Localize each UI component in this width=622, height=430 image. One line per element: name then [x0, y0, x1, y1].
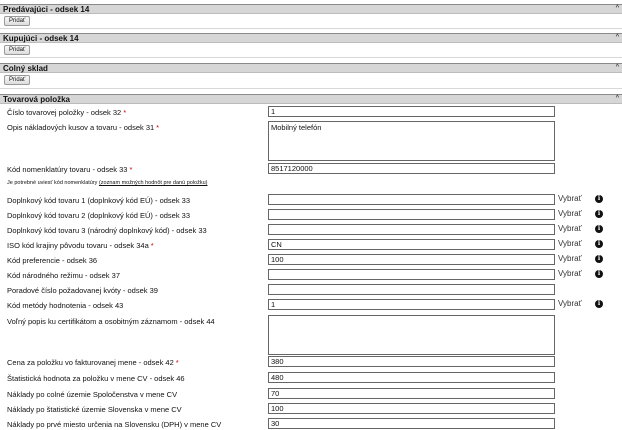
- required-mark: *: [175, 358, 179, 367]
- valuation-method-pick-button[interactable]: Vybrať: [558, 299, 582, 309]
- section-title-warehouse: Colný sklad: [3, 64, 48, 73]
- section-title-seller: Predávajúci - odsek 14: [3, 5, 90, 14]
- collapse-icon[interactable]: ^: [616, 5, 619, 13]
- required-mark: *: [156, 123, 160, 132]
- section-title-item: Tovarová položka: [3, 95, 70, 104]
- collapse-icon[interactable]: ^: [616, 64, 619, 72]
- national-procedure-input[interactable]: [268, 269, 555, 280]
- additional-code-3-label: Doplnkový kód tovaru 3 (národný doplnkov…: [7, 226, 207, 235]
- additional-code-1-label: Doplnkový kód tovaru 1 (doplnkový kód EÚ…: [7, 196, 191, 205]
- quota-number-label: Poradové číslo požadovanej kvóty - odsek…: [7, 286, 158, 295]
- possible-values-link[interactable]: (zoznam možných hodnôt pre danú položku): [99, 180, 208, 186]
- item-price-label: Cena za položku vo fakturovanej mene - o…: [7, 358, 179, 367]
- preference-code-input[interactable]: 100: [268, 254, 555, 265]
- costs-customs-territory-label: Náklady po colné územie Spoločenstva v m…: [7, 390, 178, 399]
- additional-code-1-pick-button[interactable]: Vybrať: [558, 194, 582, 204]
- valuation-method-label: Kód metódy hodnotenia - odsek 43: [7, 301, 124, 310]
- statistical-value-label: Štatistická hodnota za položku v mene CV…: [7, 374, 185, 383]
- section-title-buyer: Kupujúci - odsek 14: [3, 34, 79, 43]
- additional-code-3-pick-button[interactable]: Vybrať: [558, 224, 582, 234]
- info-icon[interactable]: i: [595, 240, 603, 248]
- costs-statistical-territory-label: Náklady po štatistické územie Slovenska …: [7, 405, 182, 414]
- item-price-input[interactable]: 380: [268, 356, 555, 367]
- section-header-seller[interactable]: Predávajúci - odsek 14 ^: [0, 4, 622, 14]
- country-origin-label: ISO kód krajiny pôvodu tovaru - odsek 34…: [7, 241, 154, 250]
- collapse-icon[interactable]: ^: [616, 95, 619, 103]
- commodity-code-label: Kód nomenklatúry tovaru - odsek 33 *: [7, 165, 133, 174]
- add-buyer-button[interactable]: Pridať: [4, 45, 31, 55]
- costs-first-destination-label: Náklady po prvé miesto určenia na Sloven…: [7, 420, 222, 429]
- add-seller-button[interactable]: Pridať: [4, 16, 31, 26]
- preference-code-label: Kód preferencie - odsek 36: [7, 256, 98, 265]
- section-body-seller: Pridať: [0, 14, 622, 29]
- description-label: Opis nákladových kusov a tovaru - odsek …: [7, 123, 160, 132]
- required-mark: *: [129, 165, 133, 174]
- section-header-warehouse[interactable]: Colný sklad ^: [0, 63, 622, 73]
- section-body-warehouse: Pridať: [0, 73, 622, 89]
- additional-code-1-input[interactable]: [268, 194, 555, 205]
- free-text-textarea[interactable]: [268, 315, 555, 355]
- required-mark: *: [123, 108, 127, 117]
- info-icon[interactable]: i: [595, 225, 603, 233]
- commodity-code-input[interactable]: 8517120000: [268, 163, 555, 174]
- info-icon[interactable]: i: [595, 255, 603, 263]
- free-text-label: Voľný popis ku certifikátom a osobitným …: [7, 317, 215, 326]
- item-number-input[interactable]: 1: [268, 106, 555, 117]
- info-icon[interactable]: i: [595, 210, 603, 218]
- costs-statistical-territory-input[interactable]: 100: [268, 403, 555, 414]
- national-procedure-label: Kód národného režimu - odsek 37: [7, 271, 120, 280]
- item-number-label: Číslo tovarovej položky - odsek 32 *: [7, 108, 127, 117]
- commodity-code-note: Je potrebné uviesť kód nomenklatúry (zoz…: [7, 180, 208, 186]
- country-origin-pick-button[interactable]: Vybrať: [558, 239, 582, 249]
- required-mark: *: [150, 241, 154, 250]
- info-icon[interactable]: i: [595, 195, 603, 203]
- description-textarea[interactable]: Mobilný telefón: [268, 121, 555, 161]
- quota-number-input[interactable]: [268, 284, 555, 295]
- costs-customs-territory-input[interactable]: 70: [268, 388, 555, 399]
- collapse-icon[interactable]: ^: [616, 34, 619, 42]
- national-procedure-pick-button[interactable]: Vybrať: [558, 269, 582, 279]
- section-body-buyer: Pridať: [0, 43, 622, 58]
- section-header-item[interactable]: Tovarová položka ^: [0, 94, 622, 104]
- info-icon[interactable]: i: [595, 270, 603, 278]
- additional-code-2-label: Doplnkový kód tovaru 2 (doplnkový kód EÚ…: [7, 211, 191, 220]
- statistical-value-input[interactable]: 480: [268, 372, 555, 383]
- country-origin-input[interactable]: CN: [268, 239, 555, 250]
- section-header-buyer[interactable]: Kupujúci - odsek 14 ^: [0, 33, 622, 43]
- add-warehouse-button[interactable]: Pridať: [4, 75, 31, 85]
- info-icon[interactable]: i: [595, 300, 603, 308]
- valuation-method-input[interactable]: 1: [268, 299, 555, 310]
- additional-code-2-input[interactable]: [268, 209, 555, 220]
- additional-code-3-input[interactable]: [268, 224, 555, 235]
- costs-first-destination-input[interactable]: 30: [268, 418, 555, 429]
- additional-code-2-pick-button[interactable]: Vybrať: [558, 209, 582, 219]
- preference-code-pick-button[interactable]: Vybrať: [558, 254, 582, 264]
